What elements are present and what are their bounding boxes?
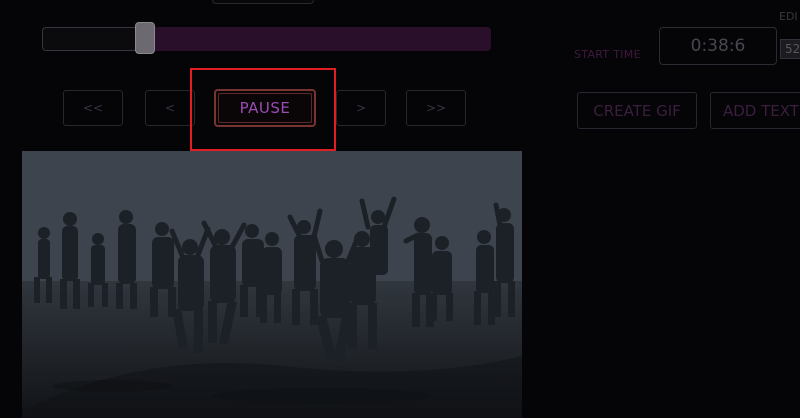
video-progress-slider[interactable] bbox=[42, 27, 491, 51]
start-time-input[interactable]: 0:38:6 bbox=[659, 27, 777, 65]
forward-label: > bbox=[355, 101, 367, 115]
add-text-button[interactable]: ADD TEXT bbox=[710, 92, 800, 129]
slider-thumb[interactable] bbox=[135, 22, 156, 54]
start-time-label: START TIME bbox=[574, 48, 641, 61]
forward-button[interactable]: > bbox=[336, 90, 386, 126]
forward-fast-button[interactable]: >> bbox=[406, 90, 466, 126]
rewind-label: < bbox=[164, 101, 176, 115]
add-text-label: ADD TEXT bbox=[723, 101, 799, 120]
start-time-value: 0:38:6 bbox=[690, 36, 746, 56]
small-field-value: 52 bbox=[785, 42, 800, 56]
top-control-stub[interactable] bbox=[212, 0, 314, 4]
rewind-fast-label: << bbox=[82, 101, 104, 115]
slider-played-portion bbox=[42, 27, 146, 51]
rewind-button[interactable]: < bbox=[145, 90, 195, 126]
create-gif-button[interactable]: CREATE GIF bbox=[577, 92, 697, 129]
gif-maker-screen: << < PAUSE > >> START TIME 0:38:6 EDI 52… bbox=[0, 0, 800, 418]
small-number-field[interactable]: 52 bbox=[780, 39, 800, 59]
video-preview[interactable] bbox=[22, 151, 522, 418]
edit-label: EDI bbox=[779, 10, 798, 23]
dancers-image bbox=[22, 151, 522, 418]
rewind-fast-button[interactable]: << bbox=[63, 90, 123, 126]
create-gif-label: CREATE GIF bbox=[593, 101, 681, 120]
highlight-box bbox=[190, 68, 336, 151]
forward-fast-label: >> bbox=[425, 101, 447, 115]
